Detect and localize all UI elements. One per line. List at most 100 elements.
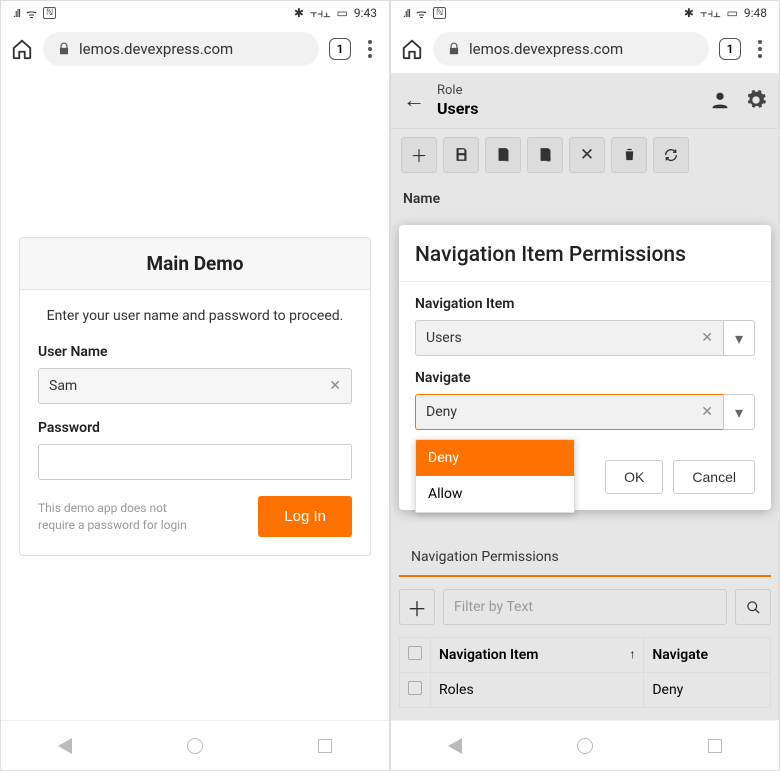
navigate-combo[interactable]: Deny ✕ ▾: [415, 394, 755, 430]
breadcrumb: Role: [437, 83, 697, 99]
recent-nav-icon[interactable]: [318, 739, 332, 753]
name-column-header: Name: [391, 181, 779, 217]
nav-item-value: Users: [426, 330, 462, 346]
username-label: User Name: [38, 344, 352, 360]
modal-title: Navigation Item Permissions: [399, 225, 771, 281]
cell-nav-item: Roles: [431, 673, 644, 708]
select-all-checkbox[interactable]: [408, 646, 422, 660]
dropdown-option-allow[interactable]: Allow: [416, 476, 574, 512]
dropdown-option-deny[interactable]: Deny: [416, 440, 574, 476]
overflow-menu-icon[interactable]: [751, 40, 769, 58]
status-bar: .ıll ᯤ ℕ ✱ ⫟⫞⫠ ▭ 9:43: [1, 1, 389, 25]
home-nav-icon[interactable]: [577, 738, 593, 754]
password-label: Password: [38, 420, 352, 436]
col-nav-item[interactable]: Navigation Item↑: [431, 638, 644, 673]
url-bar[interactable]: lemos.devexpress.com: [433, 32, 709, 66]
wifi-icon: ᯤ: [416, 5, 427, 22]
clear-username-icon[interactable]: ✕: [329, 378, 341, 394]
nfc-icon: ℕ: [433, 7, 446, 19]
back-nav-icon[interactable]: [448, 738, 462, 754]
lock-icon: [447, 42, 461, 56]
username-value: Sam: [49, 378, 77, 394]
nfc-icon: ℕ: [43, 7, 56, 19]
tab-strip: Navigation Permissions: [399, 539, 771, 577]
android-navbar: [1, 720, 389, 770]
status-time: 9:48: [744, 6, 767, 20]
lock-icon: [57, 42, 71, 56]
account-icon[interactable]: [709, 89, 731, 111]
tab-count-badge[interactable]: 1: [719, 38, 741, 60]
table-row[interactable]: Roles Deny: [400, 673, 771, 708]
wifi-icon: ᯤ: [26, 5, 37, 22]
home-nav-icon[interactable]: [187, 738, 203, 754]
phone-right: .ıll ᯤ ℕ ✱ ⫟⫞⫠ ▭ 9:48 lemos.devexpress.c…: [390, 0, 780, 771]
url-text: lemos.devexpress.com: [79, 40, 233, 58]
permissions-modal: Navigation Item Permissions Navigation I…: [399, 225, 771, 510]
phone-left: .ıll ᯤ ℕ ✱ ⫟⫞⫠ ▭ 9:43 lemos.devexpress.c…: [0, 0, 390, 771]
nav-item-dropdown-icon[interactable]: ▾: [723, 320, 755, 356]
refresh-button[interactable]: [653, 137, 689, 173]
svg-text:D: D: [546, 156, 550, 163]
signal-icon: .ıll: [13, 7, 20, 20]
nav-item-combo[interactable]: Users ✕ ▾: [415, 320, 755, 356]
navigate-dropdown-panel: Deny Allow: [415, 439, 575, 513]
url-text: lemos.devexpress.com: [469, 40, 623, 58]
password-input[interactable]: [38, 444, 352, 480]
tab-count-badge[interactable]: 1: [329, 38, 351, 60]
android-navbar: [391, 720, 779, 770]
delete-button[interactable]: [611, 137, 647, 173]
gear-icon[interactable]: [745, 89, 767, 111]
sort-arrow-icon: ↑: [629, 647, 635, 661]
filter-input[interactable]: Filter by Text: [443, 589, 727, 625]
svg-text:x: x: [505, 156, 509, 163]
login-card: Main Demo Enter your user name and passw…: [19, 237, 371, 556]
login-button[interactable]: Log In: [258, 496, 352, 537]
overflow-menu-icon[interactable]: [361, 40, 379, 58]
page-content: ← Role Users ＋ x D ✕ Name: [391, 73, 779, 720]
battery-icon: ▭: [727, 6, 738, 20]
status-time: 9:43: [354, 6, 377, 20]
login-hint: This demo app does not require a passwor…: [38, 500, 188, 534]
home-icon[interactable]: [401, 38, 423, 60]
vibrate-icon: ⫟⫞⫠: [700, 6, 721, 21]
col-navigate[interactable]: Navigate: [644, 638, 771, 673]
tab-nav-permissions[interactable]: Navigation Permissions: [399, 539, 571, 575]
navigate-value: Deny: [426, 404, 457, 420]
save-button[interactable]: [443, 137, 479, 173]
search-button[interactable]: [735, 589, 771, 625]
home-icon[interactable]: [11, 38, 33, 60]
cell-navigate: Deny: [644, 673, 771, 708]
page-title: Users: [437, 99, 697, 118]
save-new-button[interactable]: D: [527, 137, 563, 173]
vibrate-icon: ⫟⫞⫠: [310, 6, 331, 21]
back-arrow-icon[interactable]: ←: [403, 87, 425, 113]
ok-button[interactable]: OK: [605, 460, 663, 494]
clear-navigate-icon[interactable]: ✕: [701, 404, 713, 420]
new-button[interactable]: ＋: [401, 137, 437, 173]
recent-nav-icon[interactable]: [708, 739, 722, 753]
url-bar[interactable]: lemos.devexpress.com: [43, 32, 319, 66]
browser-chrome: lemos.devexpress.com 1: [1, 25, 389, 73]
status-bar: .ıll ᯤ ℕ ✱ ⫟⫞⫠ ▭ 9:48: [391, 1, 779, 25]
back-nav-icon[interactable]: [58, 738, 72, 754]
permissions-area: Navigation Permissions ＋ Filter by Text …: [399, 539, 771, 708]
app-header: ← Role Users: [391, 73, 779, 129]
card-title: Main Demo: [20, 238, 370, 290]
login-content: Main Demo Enter your user name and passw…: [1, 73, 389, 720]
cancel-modal-button[interactable]: Cancel: [673, 460, 755, 494]
clear-nav-item-icon[interactable]: ✕: [701, 330, 713, 346]
nav-item-label: Navigation Item: [415, 296, 755, 312]
browser-chrome: lemos.devexpress.com 1: [391, 25, 779, 73]
row-checkbox[interactable]: [408, 681, 422, 695]
navigate-dropdown-icon[interactable]: ▾: [723, 394, 755, 430]
navigate-label: Navigate: [415, 370, 755, 386]
save-close-button[interactable]: x: [485, 137, 521, 173]
add-permission-button[interactable]: ＋: [399, 589, 435, 625]
login-prompt: Enter your user name and password to pro…: [38, 308, 352, 324]
username-input[interactable]: Sam ✕: [38, 368, 352, 404]
cancel-button[interactable]: ✕: [569, 137, 605, 173]
permissions-table: Navigation Item↑ Navigate Roles Deny: [399, 637, 771, 708]
bluetooth-icon: ✱: [294, 6, 304, 20]
battery-icon: ▭: [337, 6, 348, 20]
signal-icon: .ıll: [403, 7, 410, 20]
